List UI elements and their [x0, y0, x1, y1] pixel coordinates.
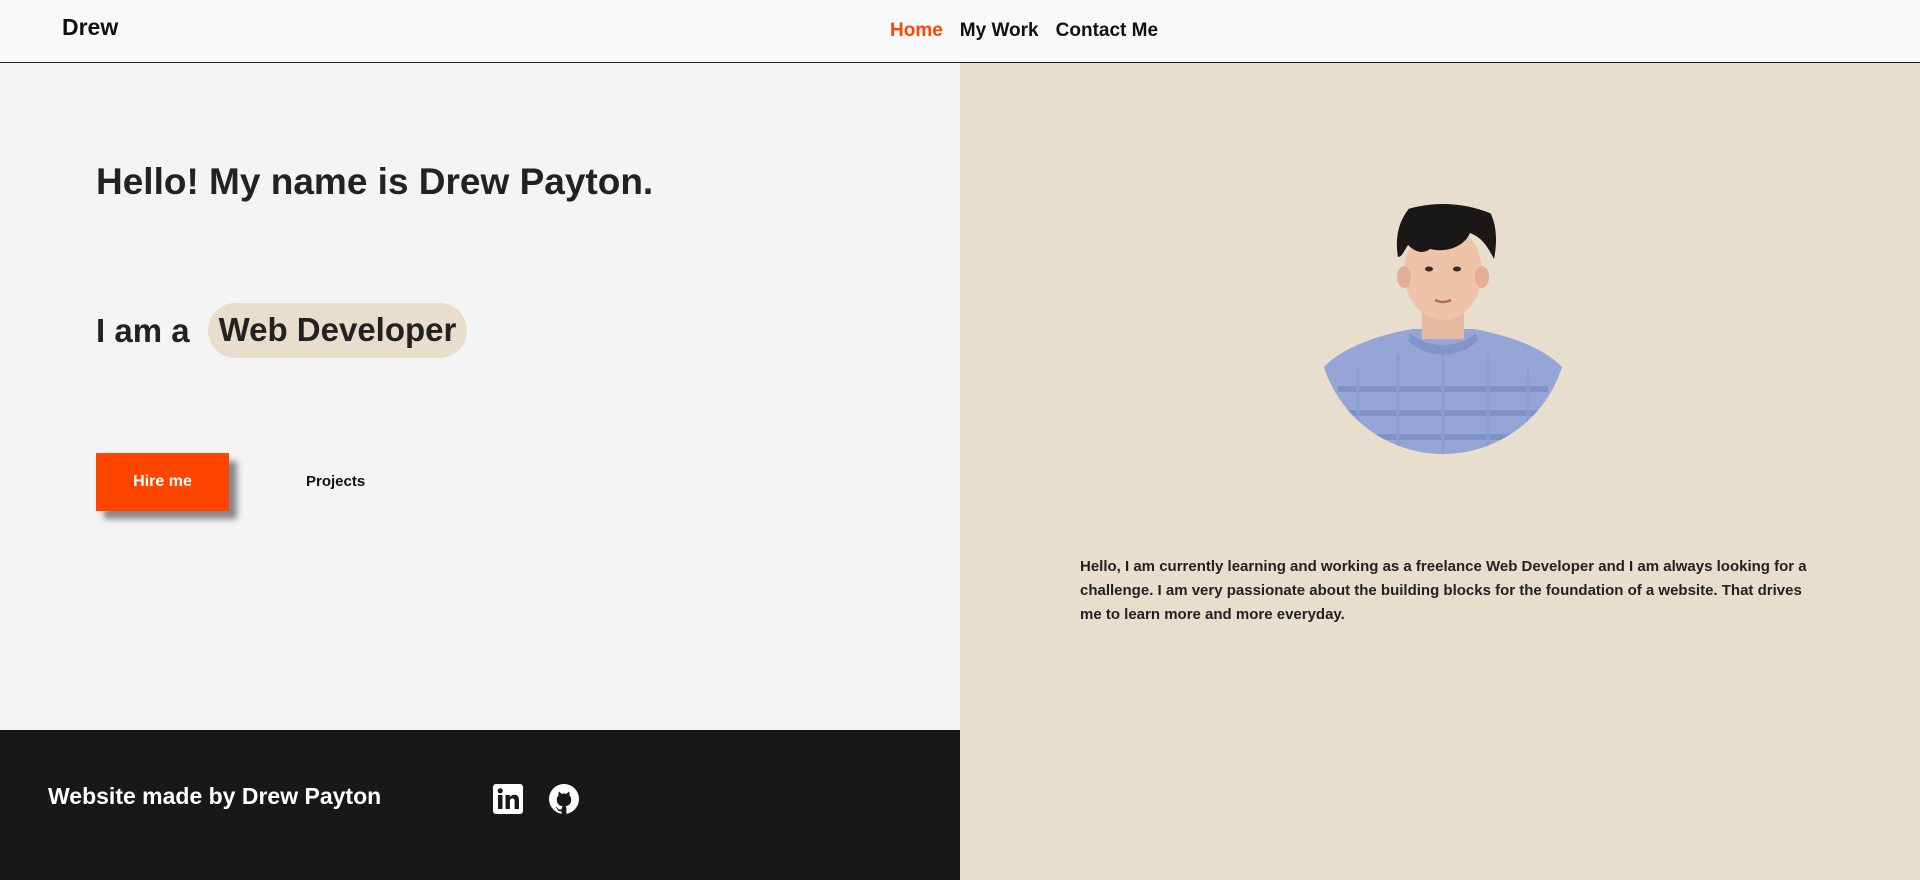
github-icon[interactable]: [548, 783, 580, 815]
projects-link[interactable]: Projects: [306, 473, 365, 490]
about-text: Hello, I am currently learning and worki…: [1080, 558, 1807, 623]
footer: Website made by Drew Payton: [0, 730, 960, 880]
nav-link-my-work[interactable]: My Work: [960, 20, 1039, 42]
nav-link-home[interactable]: Home: [890, 20, 943, 42]
navbar: Drew Home My Work Contact Me: [0, 0, 1920, 63]
hero-section: Hello! My name is Drew Payton. I am a We…: [0, 63, 960, 730]
hero-greeting: Hello! My name is Drew Payton.: [96, 161, 654, 202]
hire-me-button[interactable]: Hire me: [96, 453, 229, 511]
linkedin-icon[interactable]: [492, 783, 524, 815]
role-badge: Web Developer: [207, 303, 468, 358]
role-line: I am a Web Developer: [96, 303, 468, 358]
role-prefix: I am a: [96, 311, 190, 349]
footer-credit: Website made by Drew Payton: [48, 783, 382, 809]
nav-links: Home My Work Contact Me: [890, 20, 1158, 42]
nav-link-contact-me[interactable]: Contact Me: [1056, 20, 1158, 42]
about-section: Hello, I am currently learning and worki…: [960, 63, 1920, 880]
brand-logo[interactable]: Drew: [62, 14, 118, 41]
profile-photo: [1318, 169, 1568, 454]
